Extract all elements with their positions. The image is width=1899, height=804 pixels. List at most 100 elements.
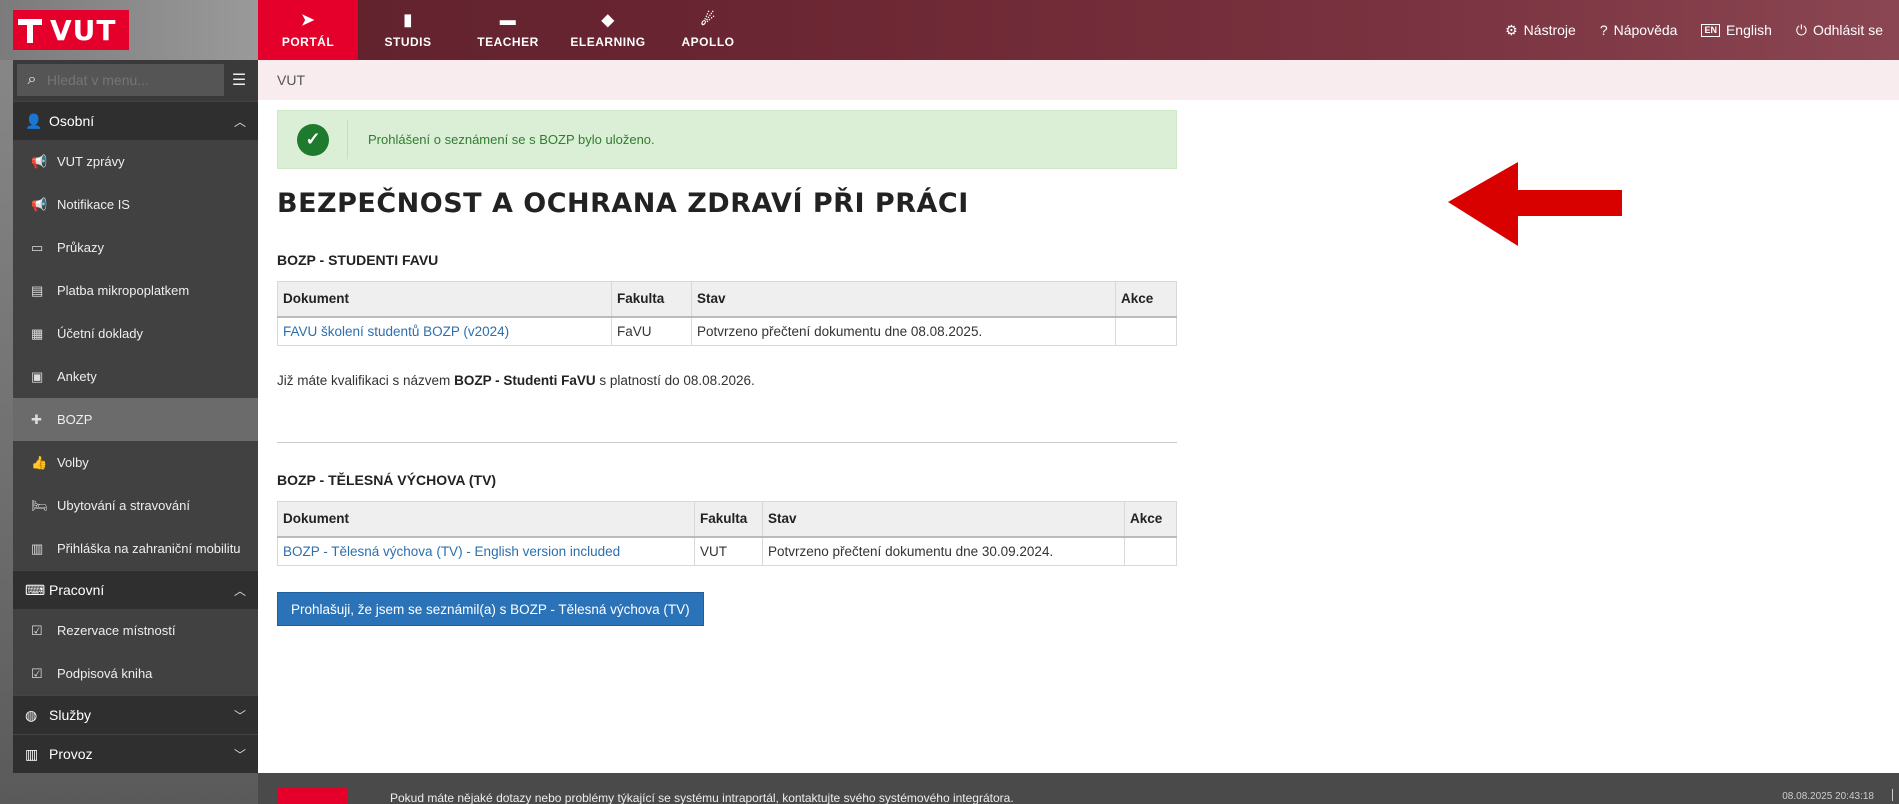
tv-documents-table: Dokument Fakulta Stav Akce BOZP - Tělesn…: [277, 501, 1177, 566]
sidebar: ⌕ ☰ 👤 Osobní ︿ 📢 VUT zprávy 📢 Notifikace…: [13, 60, 258, 773]
table-header-row: Dokument Fakulta Stav Akce: [277, 281, 1177, 318]
nav-elearning[interactable]: ◆ ELEARNING: [558, 0, 658, 60]
qualification-note: Již máte kvalifikaci s názvem BOZP - Stu…: [277, 373, 755, 388]
calendar-check-icon: ☑: [31, 622, 43, 638]
menu-search: ⌕ ☰: [15, 62, 256, 98]
nav-studis[interactable]: ▮ STUDIS: [358, 0, 458, 60]
megaphone-icon: 📢: [31, 196, 48, 212]
status-cell: Potvrzeno přečtení dokumentu dne 08.08.2…: [691, 316, 1116, 346]
nav-label: TEACHER: [477, 35, 539, 49]
red-arrow-annotation-icon: [1448, 162, 1622, 246]
action-cell: [1124, 536, 1177, 566]
document-link[interactable]: BOZP - Tělesná výchova (TV) - English ve…: [283, 544, 620, 559]
vut-logo[interactable]: VUT: [13, 10, 129, 50]
column-header: Stav: [691, 281, 1116, 318]
help-label: Nápověda: [1613, 22, 1678, 38]
language-link[interactable]: EN English: [1701, 22, 1772, 38]
help-link[interactable]: ? Nápověda: [1600, 22, 1678, 38]
logout-link[interactable]: ⏻ Odhlásit se: [1796, 22, 1883, 39]
menu-collapse-icon[interactable]: ☰: [224, 64, 254, 96]
power-icon: ⏻: [1795, 21, 1807, 38]
first-aid-icon: ✚: [31, 411, 42, 427]
section-label: Provoz: [49, 746, 93, 762]
sidebar-item-label: VUT zprávy: [57, 154, 125, 169]
section-label: Pracovní: [49, 582, 105, 598]
check-circle-icon: ✓: [297, 123, 329, 156]
nav-teacher[interactable]: ▬ TEACHER: [458, 0, 558, 60]
sidebar-item-vut-zpravy[interactable]: 📢 VUT zprávy: [13, 140, 258, 183]
sidebar-item-notifikace[interactable]: 📢 Notifikace IS: [13, 183, 258, 226]
confirm-bozp-tv-button[interactable]: Prohlašuji, že jsem se seznámil(a) s BOZ…: [277, 592, 704, 626]
chevron-down-icon: ﹀: [233, 708, 246, 723]
sidebar-item-mobilita[interactable]: ▥ Přihláška na zahraniční mobilitu: [13, 527, 258, 570]
wallet-icon: ▤: [31, 282, 44, 298]
column-header: Stav: [762, 501, 1125, 538]
vut-t-mark-icon: [18, 15, 48, 45]
nav-label: ELEARNING: [570, 35, 646, 49]
sidebar-item-podpisova-kniha[interactable]: ☑ Podpisová kniha: [13, 652, 258, 695]
calendar-check-icon: ☑: [31, 665, 43, 681]
gear-icon: ⚙: [1505, 21, 1518, 38]
nav-label: APOLLO: [681, 35, 735, 49]
nav-apollo[interactable]: ☄ APOLLO: [658, 0, 758, 60]
paper-plane-icon: ➤: [301, 12, 315, 29]
sidebar-item-label: Rezervace místností: [57, 623, 176, 638]
status-cell: Potvrzeno přečtení dokumentu dne 30.09.2…: [762, 536, 1125, 566]
section-title-tv: BOZP - TĚLESNÁ VÝCHOVA (TV): [277, 472, 497, 488]
section-label: Služby: [49, 707, 92, 723]
sidebar-item-bozp[interactable]: ✚ BOZP: [13, 398, 258, 441]
language-flag-icon: EN: [1701, 23, 1720, 37]
sidebar-item-rezervace[interactable]: ☑ Rezervace místností: [13, 609, 258, 652]
sidebar-item-label: Účetní doklady: [57, 326, 143, 341]
document-link[interactable]: FAVU školení studentů BOZP (v2024): [283, 324, 509, 339]
sidebar-item-label: BOZP: [57, 412, 93, 427]
footer-message: Pokud máte nějaké dotazy nebo problémy t…: [390, 791, 1014, 804]
question-icon: ?: [1599, 22, 1608, 38]
nav-label: STUDIS: [384, 35, 432, 49]
sidebar-item-ubytovani[interactable]: 🛏 Ubytování a stravování: [13, 484, 258, 527]
main-content: VUT ✓ Prohlášení o seznámení se s BOZP b…: [258, 60, 1899, 773]
chevron-up-icon: ︿: [233, 583, 246, 598]
column-header: Akce: [1124, 501, 1177, 538]
section-label: Osobní: [49, 113, 95, 129]
column-header: Fakulta: [611, 281, 692, 318]
footer-logo-icon: [277, 788, 347, 804]
table-row: BOZP - Tělesná výchova (TV) - English ve…: [277, 536, 1177, 566]
sidebar-section-osobni[interactable]: 👤 Osobní ︿: [13, 101, 258, 140]
sidebar-item-label: Ubytování a stravování: [57, 498, 190, 513]
qualification-prefix: Již máte kvalifikaci s názvem: [277, 373, 451, 388]
clipboard-icon: ▣: [31, 368, 44, 384]
nav-label: PORTÁL: [281, 35, 335, 49]
logo-area: VUT: [0, 0, 258, 60]
page-title: BEZPEČNOST A OCHRANA ZDRAVÍ PŘI PRÁCI: [277, 188, 969, 219]
sidebar-section-pracovni[interactable]: ⌨ Pracovní ︿: [13, 570, 258, 609]
main-nav: ➤ PORTÁL ▮ STUDIS ▬ TEACHER ◆ ELEARNING …: [258, 0, 758, 60]
logout-label: Odhlásit se: [1812, 22, 1883, 38]
sidebar-section-provoz[interactable]: ▥ Provoz ﹀: [13, 734, 258, 773]
alert-divider: [347, 120, 348, 159]
sidebar-item-label: Podpisová kniha: [57, 666, 153, 681]
sidebar-item-label: Notifikace IS: [57, 197, 130, 212]
footer-divider: [1892, 789, 1893, 801]
breadcrumb[interactable]: VUT: [258, 60, 1899, 100]
tools-label: Nástroje: [1523, 22, 1576, 38]
favu-documents-table: Dokument Fakulta Stav Akce FAVU školení …: [277, 281, 1177, 346]
sidebar-item-prukazy[interactable]: ▭ Průkazy: [13, 226, 258, 269]
book-icon: ▮: [403, 12, 413, 29]
sidebar-item-ankety[interactable]: ▣ Ankety: [13, 355, 258, 398]
top-bar: VUT ➤ PORTÁL ▮ STUDIS ▬ TEACHER ◆ ELEARN…: [0, 0, 1899, 60]
flame-icon: ☄: [700, 12, 716, 29]
column-header: Dokument: [277, 281, 612, 318]
top-right-menu: ⚙ Nástroje ? Nápověda EN English ⏻ Odhlá…: [1505, 0, 1883, 60]
sidebar-section-sluzby[interactable]: ◍ Služby ﹀: [13, 695, 258, 734]
success-alert: ✓ Prohlášení o seznámení se s BOZP bylo …: [277, 110, 1177, 169]
search-input[interactable]: [47, 72, 217, 88]
nav-portal[interactable]: ➤ PORTÁL: [258, 0, 358, 60]
section-title-favu: BOZP - STUDENTI FAVU: [277, 252, 439, 268]
thumbs-up-icon: 👍: [31, 454, 48, 470]
sidebar-item-platba[interactable]: ▤ Platba mikropoplatkem: [13, 269, 258, 312]
sidebar-item-ucetni-doklady[interactable]: ▦ Účetní doklady: [13, 312, 258, 355]
sidebar-item-volby[interactable]: 👍 Volby: [13, 441, 258, 484]
tools-link[interactable]: ⚙ Nástroje: [1505, 22, 1576, 39]
bed-icon: 🛏: [31, 497, 48, 513]
